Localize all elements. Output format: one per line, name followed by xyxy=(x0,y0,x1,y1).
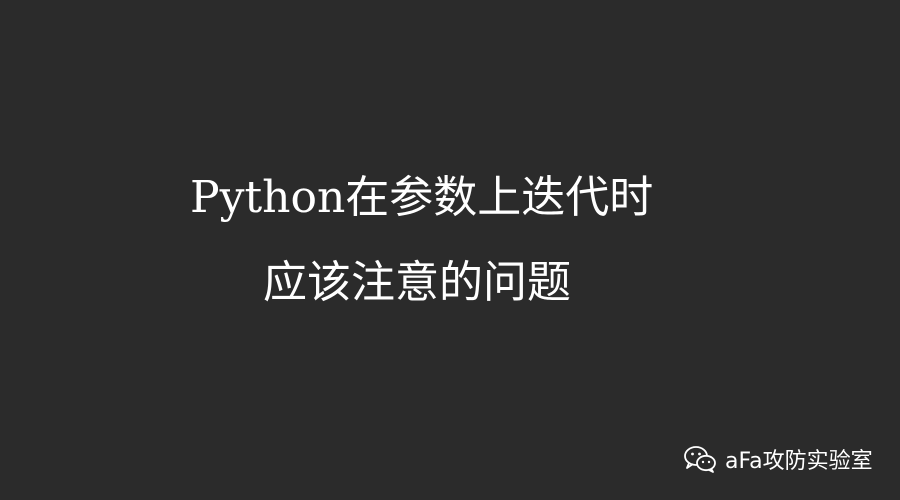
title-line-1: Python在参数上迭代时 xyxy=(190,172,654,223)
wechat-icon xyxy=(684,446,716,473)
account-name: aFa攻防实验室 xyxy=(725,449,873,474)
cover-image: Python在参数上迭代时 应该注意的问题 aFa攻防实验室 xyxy=(0,0,900,500)
account-watermark: aFa攻防实验室 xyxy=(683,442,873,476)
title-line-2: 应该注意的问题 xyxy=(263,257,571,308)
